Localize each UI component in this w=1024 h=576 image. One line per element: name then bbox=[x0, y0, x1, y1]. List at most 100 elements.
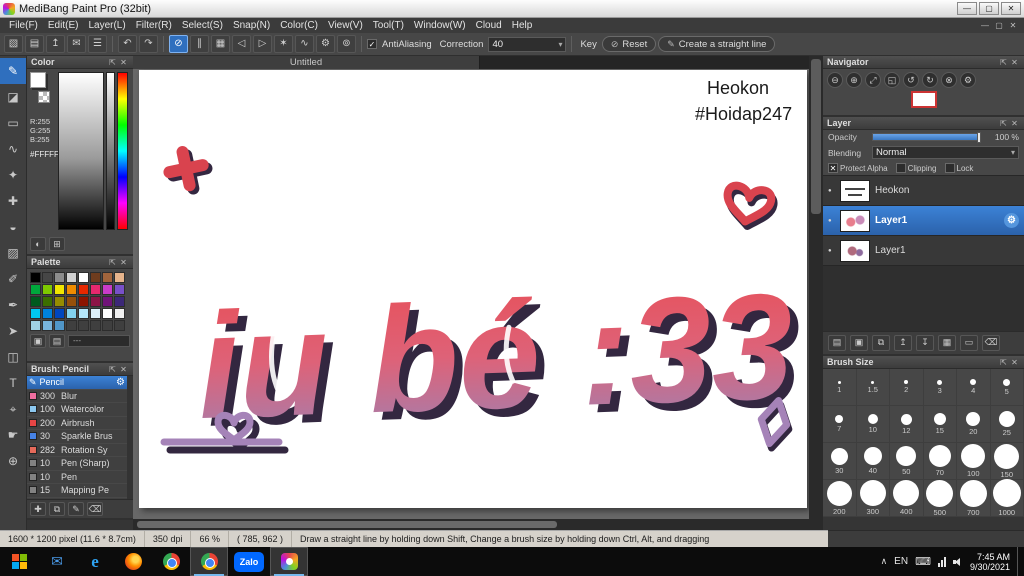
palette-swatch[interactable] bbox=[30, 284, 41, 295]
brush-size-4[interactable]: 4 bbox=[957, 369, 991, 406]
brush-size-50[interactable]: 50 bbox=[890, 443, 924, 480]
palette-swatch[interactable] bbox=[114, 272, 125, 283]
vertical-scroll-thumb[interactable] bbox=[811, 59, 821, 214]
color-grid-icon[interactable]: ⊞ bbox=[49, 237, 65, 251]
move-down-icon[interactable]: ↧ bbox=[916, 335, 934, 351]
taskbar-chrome-icon[interactable] bbox=[152, 547, 190, 576]
brush-item-blur[interactable]: 300 Blur bbox=[27, 390, 127, 403]
eraser-tool[interactable]: ◪ bbox=[0, 84, 26, 110]
taskbar-chrome-active-icon[interactable] bbox=[190, 547, 228, 576]
palette-swatch[interactable] bbox=[78, 308, 89, 319]
palette-swatch[interactable] bbox=[42, 284, 53, 295]
palette-swatch[interactable] bbox=[78, 320, 89, 331]
menu-snap[interactable]: Snap(N) bbox=[228, 18, 275, 33]
vertical-scrollbar[interactable] bbox=[809, 56, 823, 530]
clear-layer-icon[interactable]: ▭ bbox=[960, 335, 978, 351]
foreground-color-swatch[interactable] bbox=[30, 72, 46, 88]
brush-size-12[interactable]: 12 bbox=[890, 406, 924, 443]
snap-settings-icon[interactable]: ⚙ bbox=[316, 35, 335, 53]
zoom-actual-icon[interactable]: ◱ bbox=[884, 72, 900, 88]
close-panel-icon[interactable]: ✕ bbox=[1009, 358, 1020, 367]
canvas-viewport[interactable]: Heokon #Hoidap247 iu bé :33 iu bé :33 bbox=[133, 69, 809, 519]
brush-item-mapping-pe[interactable]: 15 Mapping Pe bbox=[27, 484, 127, 498]
new-layer-icon[interactable]: ▤ bbox=[828, 335, 846, 351]
save-icon[interactable]: ▤ bbox=[25, 35, 44, 53]
layer-settings-icon[interactable]: ⚙ bbox=[1004, 213, 1019, 228]
palette-swatch[interactable] bbox=[102, 296, 113, 307]
network-icon[interactable] bbox=[937, 556, 946, 567]
snap-rotate-icon[interactable]: ⊚ bbox=[337, 35, 356, 53]
brush-size-25[interactable]: 25 bbox=[990, 406, 1024, 443]
pen-tool[interactable]: ✒ bbox=[0, 292, 26, 318]
brush-size-400[interactable]: 400 bbox=[890, 480, 924, 517]
palette-swatch[interactable] bbox=[54, 308, 65, 319]
brush-item-sparkle-brus[interactable]: 30 Sparkle Brus bbox=[27, 430, 127, 444]
duplicate-brush-icon[interactable]: ⧉ bbox=[49, 502, 65, 516]
horizontal-scrollbar[interactable] bbox=[133, 519, 809, 530]
brush-size-10[interactable]: 10 bbox=[856, 406, 890, 443]
menu-edit[interactable]: Edit(E) bbox=[43, 18, 84, 33]
palette-swatch[interactable] bbox=[42, 296, 53, 307]
close-panel-icon[interactable]: ✕ bbox=[118, 58, 129, 67]
float-panel-icon[interactable]: ⇱ bbox=[107, 258, 118, 267]
divide-tool[interactable]: ◫ bbox=[0, 344, 26, 370]
taskbar-mail-icon[interactable]: ✉ bbox=[38, 547, 76, 576]
language-indicator[interactable]: EN bbox=[894, 556, 908, 567]
reset-button[interactable]: ⊘ Reset bbox=[601, 36, 657, 52]
operation-tool[interactable]: ➤ bbox=[0, 318, 26, 344]
palette-swatch[interactable] bbox=[114, 320, 125, 331]
snap-curve-icon[interactable]: ∿ bbox=[295, 35, 314, 53]
correction-select[interactable]: 40 ▾ bbox=[488, 36, 567, 52]
palette-menu-icon[interactable]: ▤ bbox=[49, 334, 65, 348]
visibility-icon[interactable]: ● bbox=[828, 188, 835, 194]
brush-size-150[interactable]: 150 bbox=[990, 443, 1024, 480]
transparent-color-swatch[interactable] bbox=[38, 91, 50, 103]
brush-item-airbrush[interactable]: 200 Airbrush bbox=[27, 417, 127, 430]
palette-swatch[interactable] bbox=[102, 272, 113, 283]
add-palette-color-icon[interactable]: ▣ bbox=[30, 334, 46, 348]
snap-parallel-icon[interactable]: ∥ bbox=[190, 35, 209, 53]
reset-view-icon[interactable]: ⊗ bbox=[941, 72, 957, 88]
brush-item-pen[interactable]: 10 Pen bbox=[27, 471, 127, 484]
select-tool[interactable]: ▭ bbox=[0, 110, 26, 136]
float-panel-icon[interactable]: ⇱ bbox=[107, 365, 118, 374]
snap-left-icon[interactable]: ◁ bbox=[232, 35, 251, 53]
edit-brush-icon[interactable]: ✎ bbox=[68, 502, 84, 516]
document-maximize-button[interactable]: ▢ bbox=[992, 18, 1006, 33]
zoom-tool[interactable]: ⊕ bbox=[0, 448, 26, 474]
close-panel-icon[interactable]: ✕ bbox=[118, 258, 129, 267]
start-button[interactable] bbox=[0, 547, 38, 576]
checkbox-clipping[interactable]: Clipping bbox=[895, 163, 937, 173]
brush-size-3[interactable]: 3 bbox=[923, 369, 957, 406]
brush-size-300[interactable]: 300 bbox=[856, 480, 890, 517]
layer-item-layer1[interactable]: ● Layer1 bbox=[823, 236, 1024, 266]
brush-size-1.5[interactable]: 1.5 bbox=[856, 369, 890, 406]
hue-slider[interactable] bbox=[117, 72, 128, 230]
snap-vanishing-icon[interactable]: ✶ bbox=[274, 35, 293, 53]
maximize-button[interactable]: ▢ bbox=[979, 2, 999, 15]
bucket-tool[interactable]: ◒ bbox=[0, 214, 26, 240]
palette-swatch[interactable] bbox=[78, 272, 89, 283]
menu-filter[interactable]: Filter(R) bbox=[131, 18, 177, 33]
create-straight-line-button[interactable]: ✎ Create a straight line bbox=[658, 36, 776, 52]
palette-swatch[interactable] bbox=[30, 308, 41, 319]
eyedropper-tool[interactable]: ⌖ bbox=[0, 396, 26, 422]
snap-right-icon[interactable]: ▷ bbox=[253, 35, 272, 53]
palette-swatch[interactable] bbox=[102, 308, 113, 319]
palette-swatch[interactable] bbox=[102, 284, 113, 295]
palette-swatch[interactable] bbox=[90, 320, 101, 331]
antialiasing-checkbox[interactable]: ✓ bbox=[367, 39, 377, 49]
layer-item-layer1[interactable]: ● Layer1 ⚙ bbox=[823, 206, 1024, 236]
brush-size-200[interactable]: 200 bbox=[823, 480, 857, 517]
float-panel-icon[interactable]: ⇱ bbox=[998, 358, 1009, 367]
navigator-thumbnail[interactable] bbox=[910, 91, 937, 108]
brush-size-2[interactable]: 2 bbox=[890, 369, 924, 406]
add-brush-icon[interactable]: ✚ bbox=[30, 502, 46, 516]
visibility-icon[interactable]: ● bbox=[828, 218, 835, 224]
layer-item-heokon[interactable]: ● Heokon bbox=[823, 176, 1024, 206]
zoom-out-icon[interactable]: ⊖ bbox=[827, 72, 843, 88]
brush-size-15[interactable]: 15 bbox=[923, 406, 957, 443]
value-slider[interactable] bbox=[106, 72, 115, 230]
brush-size-20[interactable]: 20 bbox=[957, 406, 991, 443]
brush-tool[interactable]: ✎ bbox=[0, 58, 26, 84]
